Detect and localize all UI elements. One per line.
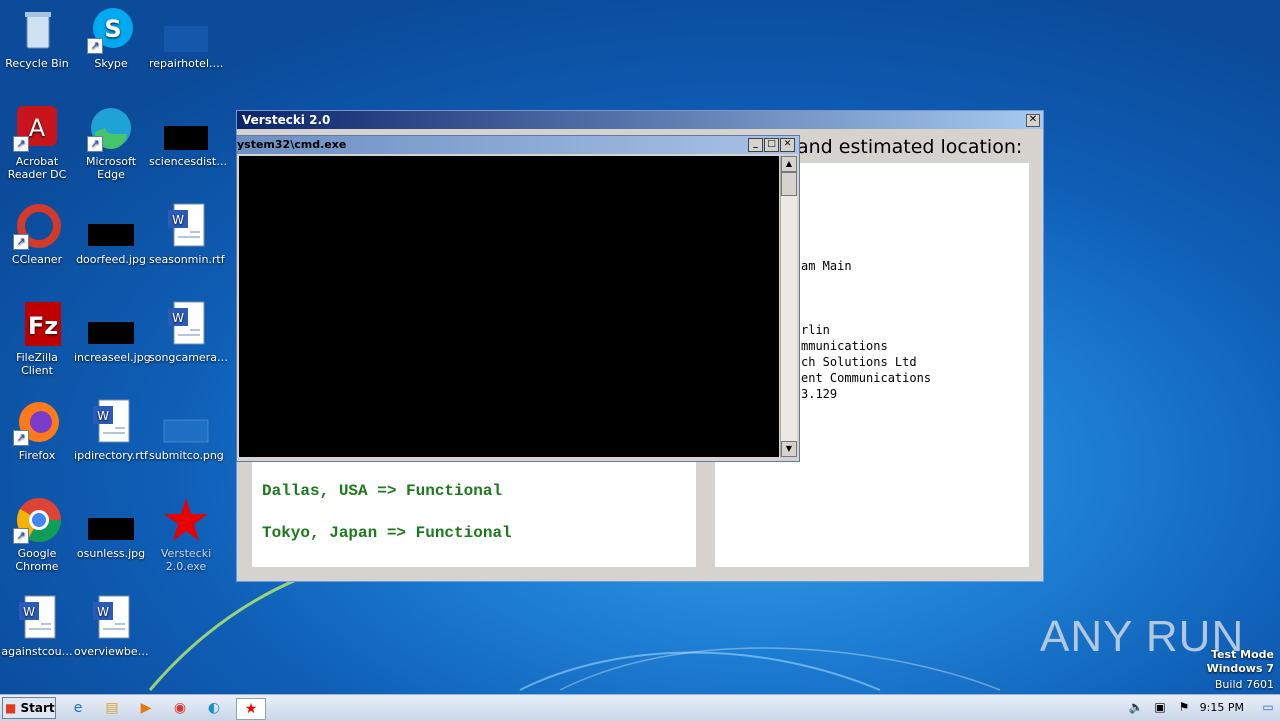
minimize-button[interactable]: _ [748,138,763,152]
scroll-thumb[interactable] [781,172,797,196]
window-title: Verstecki 2.0 [242,113,331,127]
result-line: am Main [801,259,852,273]
chrome-icon[interactable]: ◉ [170,698,190,718]
windows-version-label: Windows 7 [1206,662,1274,675]
desktop-icon-acrobat[interactable]: A ↗ Acrobat Reader DC [0,104,74,181]
svg-text:W: W [23,605,35,619]
result-line: rlin [801,323,830,337]
close-button[interactable]: ✕ [780,138,795,152]
word-doc-icon: W [162,300,210,348]
firefox-icon: ↗ [13,398,61,446]
estimate-heading: and estimated location: [797,136,1023,158]
svg-text:A: A [29,114,46,142]
word-doc-icon: W [13,594,61,642]
desktop-icon-ipdirectory[interactable]: W ipdirectory.rtf [74,398,148,462]
desktop-icon-increaseel[interactable]: increaseel.jpg [74,300,151,364]
windows-logo-icon: ■ [5,701,17,715]
desktop-icon-submitco[interactable]: submitco.png [149,398,224,462]
chrome-icon: ↗ [13,496,61,544]
desktop-icon-firefox[interactable]: ↗ Firefox [0,398,74,462]
desktop-icon-skype[interactable]: S ↗ Skype [74,6,148,70]
result-line: ch Solutions Ltd [801,355,917,369]
result-line: mmunications [801,339,888,353]
desktop-icon-verstecki-exe[interactable]: Verstecki 2.0.exe [149,496,223,573]
filezilla-icon: Fz [13,300,61,348]
word-doc-icon: W [87,398,135,446]
desktop-icon-osunless[interactable]: osunless.jpg [74,496,148,560]
desktop-icon-overviewbe[interactable]: W overviewbe… [74,594,149,658]
svg-text:W: W [172,213,184,227]
file-icon [162,6,210,54]
recycle-bin-icon [13,6,61,54]
word-doc-icon: W [162,202,210,250]
clock[interactable]: 9:15 PM [1200,701,1244,714]
start-button[interactable]: ■ Start [2,697,56,719]
status-pane-left [252,459,696,567]
image-file-icon [162,398,210,446]
explorer-icon[interactable]: ▤ [102,698,122,718]
scroll-up-button[interactable]: ▲ [781,156,797,172]
svg-text:W: W [97,605,109,619]
ccleaner-icon: ↗ [13,202,61,250]
window-titlebar[interactable]: Verstecki 2.0 ✕ [237,111,1043,129]
desktop-icon-againstcou[interactable]: W againstcou… [0,594,74,658]
image-file-icon [87,300,135,348]
result-line: 3.129 [801,387,838,401]
desktop-icon-seasonmin[interactable]: W seasonmin.rtf [149,202,225,266]
svg-text:Fz: Fz [28,312,58,340]
acrobat-icon: A ↗ [13,104,61,152]
status-line: Tokyo, Japan => Functional [262,524,512,542]
cmd-title: ystem32\cmd.exe [237,138,347,151]
cmd-window[interactable]: ystem32\cmd.exe _ □ ✕ ▲ ▼ [236,135,800,462]
word-doc-icon: W [87,594,135,642]
flag-icon[interactable]: ⚑ [1176,699,1192,715]
desktop-icon-sciencesdist[interactable]: sciencesdist… [149,104,227,168]
scroll-down-button[interactable]: ▼ [781,441,797,457]
edge-icon: ↗ [87,104,135,152]
cmd-titlebar[interactable]: ystem32\cmd.exe _ □ ✕ [237,136,799,154]
image-file-icon [87,202,135,250]
desktop-icon-chrome[interactable]: ↗ Google Chrome [0,496,74,573]
desktop-icon-filezilla[interactable]: Fz FileZilla Client [0,300,74,377]
svg-text:W: W [97,409,109,423]
volume-icon[interactable]: 🔈 [1128,699,1144,715]
result-line: ent Communications [801,371,932,385]
desktop-icon-edge[interactable]: ↗ Microsoft Edge [74,104,148,181]
console-output[interactable] [239,156,779,457]
svg-text:W: W [172,311,184,325]
taskbar: ■ Start e ▤ ▶ ◉ ◐ ★ 🔈 ▣ ⚑ 9:15 PM ▭ [0,694,1280,721]
desktop-icon-recycle-bin[interactable]: Recycle Bin [0,6,74,70]
vertical-scrollbar[interactable]: ▲ ▼ [780,156,797,457]
skype-icon: S ↗ [87,6,135,54]
image-file-icon [162,104,210,152]
desktop-icon-doorfeed[interactable]: doorfeed.jpg [74,202,148,266]
image-file-icon [87,496,135,544]
build-label: Build 7601 [1214,678,1274,691]
edge-icon[interactable]: ◐ [204,698,224,718]
status-line: Dallas, USA => Functional [262,482,503,500]
maximize-button[interactable]: □ [764,138,779,152]
show-desktop-icon[interactable]: ▭ [1260,699,1276,715]
close-button[interactable]: ✕ [1026,114,1040,127]
ie-icon[interactable]: e [68,698,88,718]
svg-text:S: S [104,15,121,43]
desktop-icon-songcamera[interactable]: W songcamera… [149,300,228,364]
test-mode-label: Test Mode [1211,648,1274,661]
network-icon[interactable]: ▣ [1152,699,1168,715]
red-star-icon[interactable]: ★ [236,698,266,720]
red-star-icon [162,496,210,544]
media-player-icon[interactable]: ▶ [136,698,156,718]
desktop-icon-repairhotel[interactable]: repairhotel.… [149,6,224,70]
desktop-icon-ccleaner[interactable]: ↗ CCleaner [0,202,74,266]
